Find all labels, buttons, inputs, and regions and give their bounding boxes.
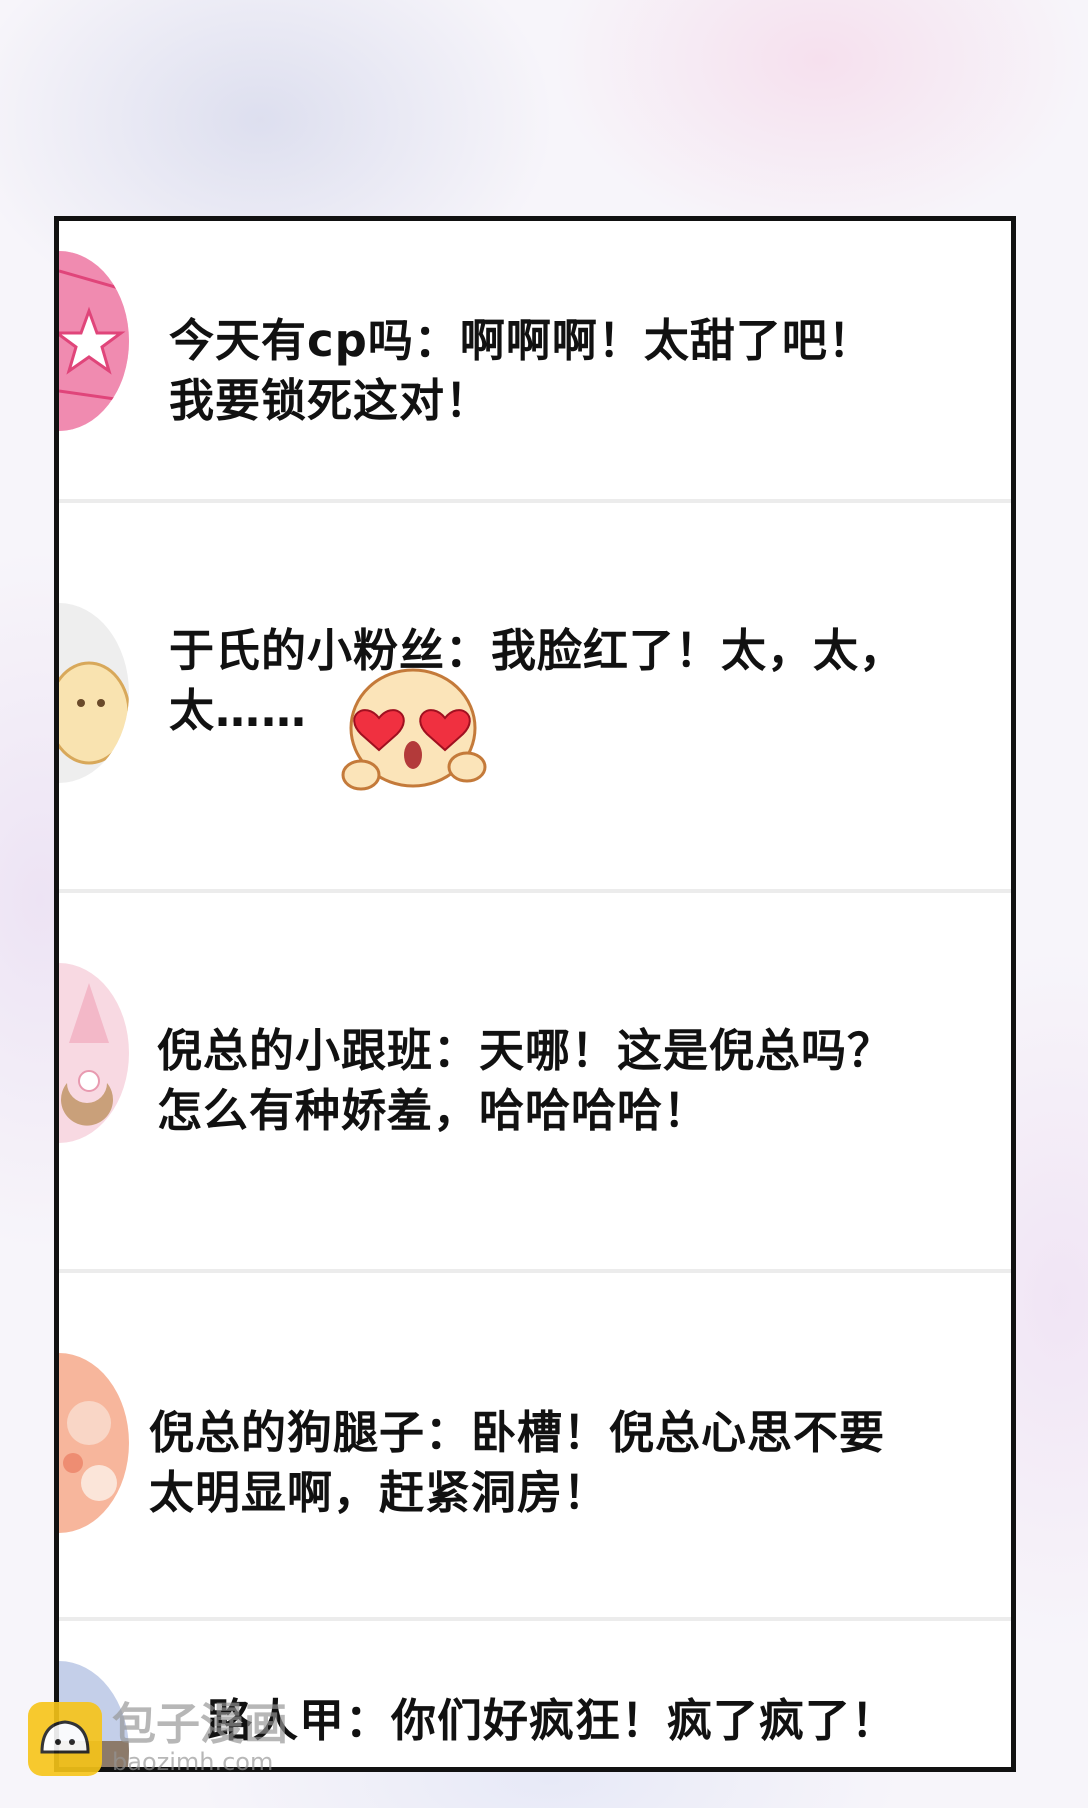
pink-star-avatar[interactable] bbox=[59, 251, 129, 431]
comment-text: 于氏的小粉丝：我脸红了！太，太， bbox=[169, 624, 906, 677]
comment-text: 倪总的小跟班：天哪！这是倪总吗？ bbox=[157, 1024, 894, 1077]
comment-row: 今天有cp吗：啊啊啊！太甜了吧！ 我要锁死这对！ bbox=[59, 221, 1011, 503]
comment-text: 今天有cp吗：啊啊啊！太甜了吧！ bbox=[169, 314, 874, 367]
bun-logo-icon bbox=[28, 1702, 102, 1776]
comment-text: 路人甲：你们好疯狂！疯了疯了！ bbox=[207, 1694, 898, 1747]
watermark-name: 包子漫画 bbox=[112, 1699, 288, 1750]
comment-text: 倪总的狗腿子：卧槽！倪总心思不要 bbox=[149, 1406, 886, 1459]
comment-panel: 今天有cp吗：啊啊啊！太甜了吧！ 我要锁死这对！ 于氏的小粉丝：我脸红了！太，太… bbox=[54, 216, 1016, 1772]
cream-bun-avatar[interactable] bbox=[59, 603, 129, 783]
comment-row: 倪总的狗腿子：卧槽！倪总心思不要 太明显啊，赶紧洞房！ bbox=[59, 1273, 1011, 1621]
comment-text: 太…… bbox=[169, 684, 308, 737]
comment-row: 于氏的小粉丝：我脸红了！太，太， 太…… bbox=[59, 503, 1011, 893]
comment-text: 怎么有种娇羞，哈哈哈哈！ bbox=[157, 1084, 710, 1137]
heart-eyes-bun-emoji bbox=[341, 663, 491, 807]
comment-text: 太明显啊，赶紧洞房！ bbox=[149, 1466, 610, 1519]
watermark: 包子漫画 baozimh.com bbox=[28, 1702, 288, 1776]
comment-text: 我要锁死这对！ bbox=[169, 374, 492, 427]
pink-moon-avatar[interactable] bbox=[59, 963, 129, 1143]
watermark-url: baozimh.com bbox=[112, 1748, 274, 1776]
peach-flower-avatar[interactable] bbox=[59, 1353, 129, 1533]
comment-row: 倪总的小跟班：天哪！这是倪总吗？ 怎么有种娇羞，哈哈哈哈！ bbox=[59, 893, 1011, 1273]
